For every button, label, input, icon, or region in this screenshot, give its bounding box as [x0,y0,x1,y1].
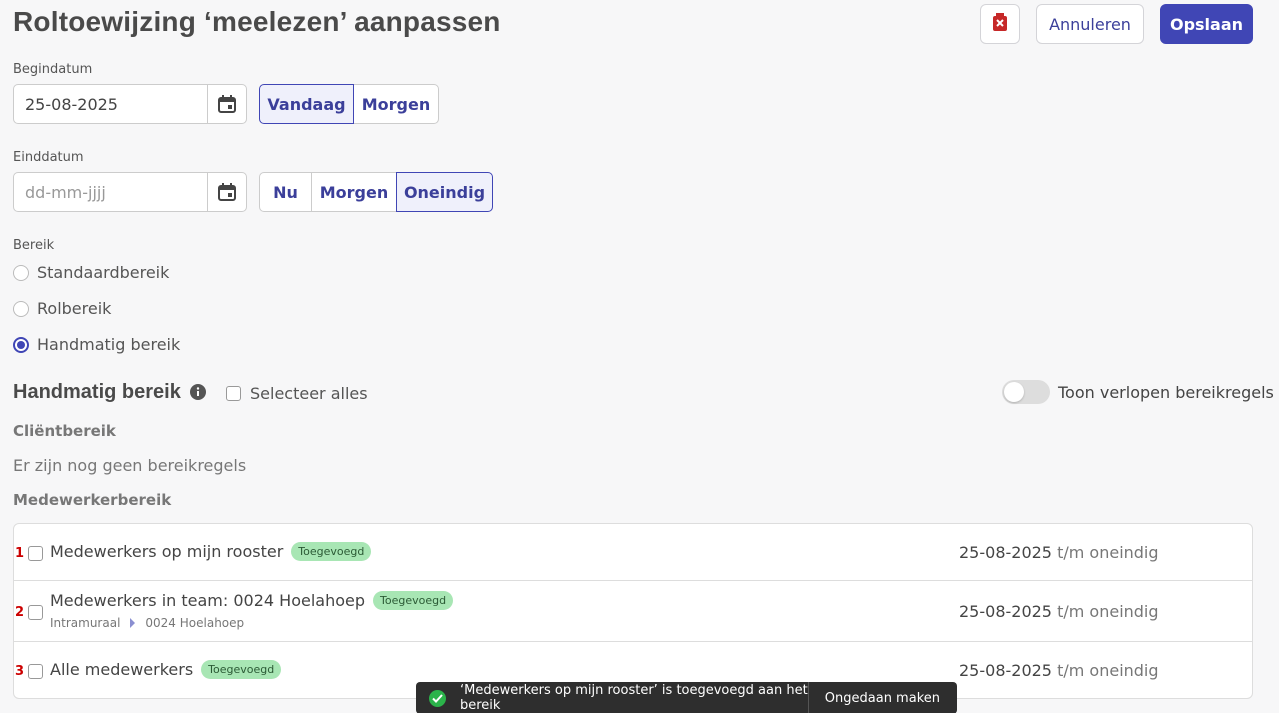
save-button[interactable]: Opslaan [1160,4,1253,44]
row-date-start: 25-08-2025 [959,543,1052,562]
row-date: 25-08-2025 t/m oneindig [959,543,1159,562]
row-checkbox[interactable] [28,664,43,679]
row-name-text: Medewerkers in team: 0024 Hoelahoep [50,591,365,610]
medewerkerbereik-title: Medewerkerbereik [13,491,172,509]
page-title: Roltoewijzing ‘meelezen’ aanpassen [13,6,501,37]
show-expired-label: Toon verlopen bereikregels [1058,382,1274,402]
calendar-icon[interactable] [207,173,246,211]
row-date-start: 25-08-2025 [959,602,1052,621]
radio-rolbereik[interactable]: Rolbereik [13,299,111,318]
select-all-checkbox[interactable] [226,386,241,401]
select-all[interactable]: Selecteer alles [226,384,368,403]
einddatum-label: Einddatum [13,150,84,165]
handmatig-bereik-title: Handmatig bereik [13,381,181,403]
einddatum-option-morgen[interactable]: Morgen [311,172,397,212]
toast-notification: ‘Medewerkers op mijn rooster’ is toegevo… [416,682,957,713]
medewerkerbereik-list: 1 Medewerkers op mijn rooster Toegevoegd… [13,523,1253,699]
einddatum-quick-options: Nu Morgen Oneindig [259,172,493,212]
row-name: Alle medewerkers Toegevoegd [50,660,282,679]
row-name: Medewerkers in team: 0024 Hoelahoep Toeg… [50,591,454,610]
row-checkbox[interactable] [28,605,43,620]
radio-circle[interactable] [13,336,29,353]
radio-circle[interactable] [13,300,29,317]
row-number: 3 [15,664,25,679]
begindatum-field[interactable]: 25-08-2025 [13,84,247,124]
select-all-label: Selecteer alles [250,384,368,403]
begindatum-quick-options: Vandaag Morgen [259,84,439,124]
breadcrumb-item: Intramuraal [50,616,121,630]
row-number: 1 [15,546,25,561]
bereik-label: Bereik [13,238,55,253]
breadcrumb-item: 0024 Hoelahoep [145,616,245,630]
clientbereik-title: Cliëntbereik [13,422,116,440]
delete-button[interactable] [980,4,1020,44]
radio-standaardbereik[interactable]: Standaardbereik [13,263,169,282]
begindatum-option-vandaag[interactable]: Vandaag [259,84,354,124]
radio-handmatig-bereik[interactable]: Handmatig bereik [13,335,180,354]
radio-label: Rolbereik [37,299,112,318]
begindatum-option-morgen[interactable]: Morgen [353,84,439,124]
chevron-right-icon [130,618,136,628]
begindatum-value[interactable]: 25-08-2025 [14,95,207,114]
status-badge: Toegevoegd [291,542,372,561]
row-date: 25-08-2025 t/m oneindig [959,602,1159,621]
row-date-end: t/m oneindig [1057,661,1159,680]
row-name: Medewerkers op mijn rooster Toegevoegd [50,542,372,561]
cancel-button[interactable]: Annuleren [1036,4,1144,44]
status-badge: Toegevoegd [201,660,282,679]
radio-label: Standaardbereik [37,263,170,282]
undo-button[interactable]: Ongedaan maken [807,682,957,713]
row-date-end: t/m oneindig [1057,602,1159,621]
einddatum-input[interactable]: dd-mm-jjjj [14,183,207,202]
row-number: 2 [15,605,25,620]
list-item[interactable]: 2 Medewerkers in team: 0024 Hoelahoep To… [14,581,1252,642]
row-name-text: Medewerkers op mijn rooster [50,542,284,561]
list-item[interactable]: 1 Medewerkers op mijn rooster Toegevoegd… [14,524,1252,581]
row-checkbox[interactable] [28,546,43,561]
toast-message: ‘Medewerkers op mijn rooster’ is toegevo… [460,683,808,713]
radio-circle[interactable] [13,264,29,281]
show-expired-toggle-group: Toon verlopen bereikregels [1002,380,1274,404]
einddatum-field[interactable]: dd-mm-jjjj [13,172,247,212]
row-date: 25-08-2025 t/m oneindig [959,661,1159,680]
einddatum-option-oneindig[interactable]: Oneindig [396,172,493,212]
clientbereik-empty-text: Er zijn nog geen bereikregels [13,456,247,475]
breadcrumb: Intramuraal 0024 Hoelahoep [50,616,244,630]
radio-label: Handmatig bereik [37,335,181,354]
row-date-start: 25-08-2025 [959,661,1052,680]
show-expired-toggle[interactable] [1002,380,1050,404]
calendar-icon[interactable] [207,85,246,123]
delete-icon [992,13,1008,35]
row-date-end: t/m oneindig [1057,543,1159,562]
check-circle-icon [429,689,446,707]
info-icon[interactable] [189,383,207,405]
row-name-text: Alle medewerkers [50,660,194,679]
status-badge: Toegevoegd [373,591,454,610]
einddatum-option-nu[interactable]: Nu [259,172,312,212]
begindatum-label: Begindatum [13,62,93,77]
